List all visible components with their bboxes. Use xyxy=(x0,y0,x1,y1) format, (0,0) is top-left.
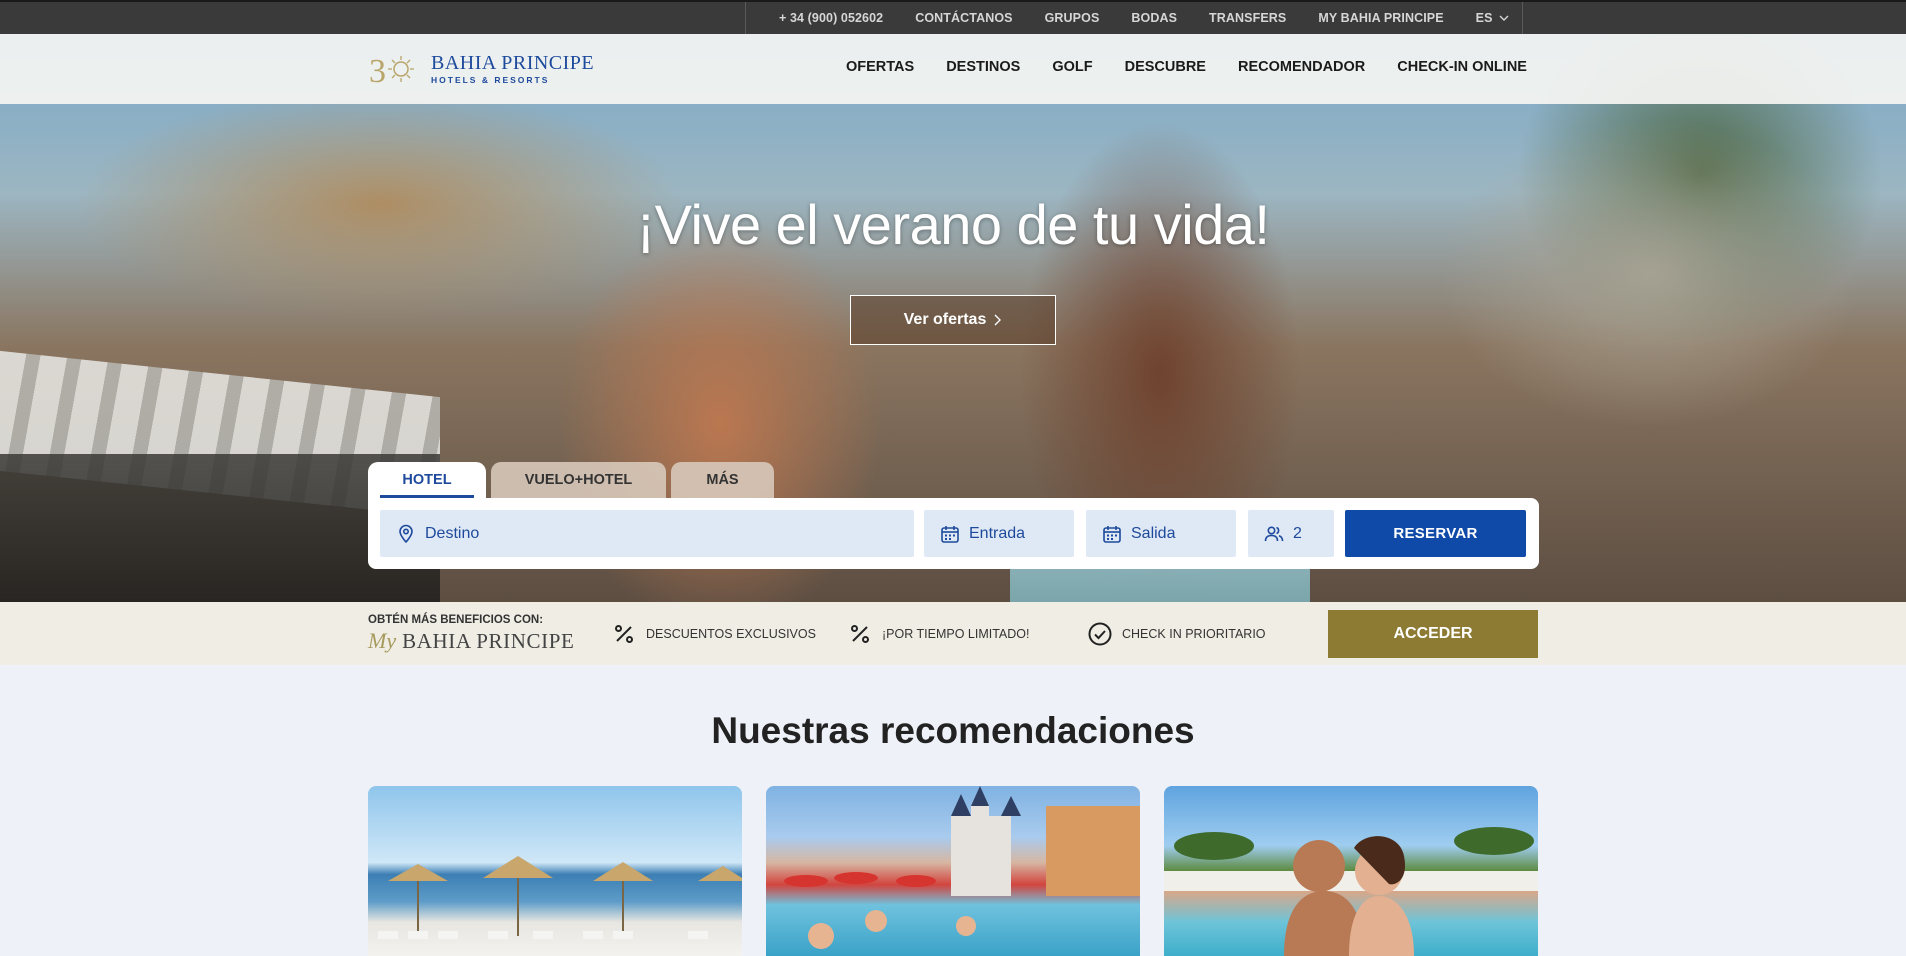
my-bahia-link[interactable]: MY BAHIA PRINCIPE xyxy=(1318,11,1443,25)
booking-tabs: HOTEL VUELO+HOTEL MÁS xyxy=(368,462,774,498)
nav-golf[interactable]: GOLF xyxy=(1052,59,1092,75)
booking-form: Destino Entrada Salida 2 RESERVAR xyxy=(368,498,1539,569)
users-icon xyxy=(1264,525,1284,541)
check-circle-icon xyxy=(1088,622,1112,646)
tab-flight-hotel-label: VUELO+HOTEL xyxy=(524,472,633,488)
brand-name: BAHIA PRINCIPE xyxy=(431,52,595,74)
benefit-label: ¡POR TIEMPO LIMITADO! xyxy=(882,627,1030,641)
transfers-link[interactable]: TRANSFERS xyxy=(1209,11,1286,25)
tab-flight-hotel[interactable]: VUELO+HOTEL xyxy=(491,462,666,498)
loyalty-program-name: BAHIA PRINCIPE xyxy=(402,629,575,653)
weddings-link[interactable]: BODAS xyxy=(1131,11,1177,25)
loyalty-program-my: My xyxy=(368,628,397,653)
main-nav: OFERTAS DESTINOS GOLF DESCUBRE RECOMENDA… xyxy=(846,59,1527,75)
svg-text:3: 3 xyxy=(369,53,386,90)
brand-subtitle: HOTELS & RESORTS xyxy=(431,75,550,85)
nav-ofertas[interactable]: OFERTAS xyxy=(846,59,914,75)
chevron-down-icon xyxy=(1499,15,1509,21)
phone-link[interactable]: + 34 (900) 052602 xyxy=(779,11,883,25)
nav-descubre[interactable]: DESCUBRE xyxy=(1125,59,1206,75)
sun-logo-icon: 3 xyxy=(369,53,414,90)
benefit-label: DESCUENTOS EXCLUSIVOS xyxy=(646,627,816,641)
language-selector[interactable]: ES xyxy=(1476,11,1509,25)
brand-text: BAHIA PRINCIPE HOTELS & RESORTS xyxy=(431,53,594,85)
language-label: ES xyxy=(1475,11,1493,25)
tab-more[interactable]: MÁS xyxy=(671,462,774,498)
guests-count: 2 xyxy=(1293,524,1302,542)
guests-selector[interactable]: 2 xyxy=(1248,510,1334,557)
castle-pool-image xyxy=(784,786,1140,949)
recommendation-card[interactable] xyxy=(766,786,1140,956)
benefits-lead: OBTÉN MÁS BENEFICIOS CON: My BAHIA PRINC… xyxy=(368,614,574,654)
contact-link[interactable]: CONTÁCTANOS xyxy=(915,11,1012,25)
calendar-icon xyxy=(1103,525,1121,543)
top-utility-bar: + 34 (900) 052602 CONTÁCTANOS GRUPOS BOD… xyxy=(0,0,1906,34)
checkin-placeholder: Entrada xyxy=(969,524,1026,542)
benefit-priority-checkin: CHECK IN PRIORITARIO xyxy=(1088,622,1266,646)
chevron-right-icon xyxy=(994,314,1002,326)
benefit-exclusive-discounts: DESCUENTOS EXCLUSIVOS xyxy=(612,622,816,646)
recommendation-card[interactable] xyxy=(1164,786,1538,956)
benefit-label: CHECK IN PRIORITARIO xyxy=(1122,627,1266,641)
destination-input[interactable]: Destino xyxy=(380,510,914,557)
percent-icon xyxy=(851,625,869,643)
utility-links: + 34 (900) 052602 CONTÁCTANOS GRUPOS BOD… xyxy=(745,2,1523,34)
tab-hotel[interactable]: HOTEL xyxy=(368,462,486,498)
login-button[interactable]: ACCEDER xyxy=(1328,610,1538,658)
see-offers-button[interactable]: Ver ofertas xyxy=(850,295,1056,345)
hero-title: ¡Vive el verano de tu vida! xyxy=(636,193,1270,256)
nav-checkin-online[interactable]: CHECK-IN ONLINE xyxy=(1397,59,1527,75)
beach-image xyxy=(378,856,742,939)
loyalty-program-logo: My BAHIA PRINCIPE xyxy=(368,628,574,654)
calendar-icon xyxy=(941,525,959,543)
recommendation-card[interactable] xyxy=(368,786,742,956)
groups-link[interactable]: GRUPOS xyxy=(1045,11,1100,25)
see-offers-label: Ver ofertas xyxy=(903,311,987,328)
benefits-lead-text: OBTÉN MÁS BENEFICIOS CON: xyxy=(368,614,544,626)
destination-placeholder: Destino xyxy=(425,524,480,542)
brand-logo[interactable]: 3 BAHIA PRINCIPE HOTELS & RESORTS xyxy=(367,48,594,90)
checkout-placeholder: Salida xyxy=(1131,524,1176,542)
checkin-date-input[interactable]: Entrada xyxy=(924,510,1074,557)
checkout-date-input[interactable]: Salida xyxy=(1086,510,1236,557)
reserve-button[interactable]: RESERVAR xyxy=(1345,510,1526,557)
couple-pool-image xyxy=(1164,827,1538,956)
recommendations-title: Nuestras recomendaciones xyxy=(711,710,1195,751)
tab-more-label: MÁS xyxy=(706,472,739,488)
tab-hotel-label: HOTEL xyxy=(402,472,452,488)
benefit-limited-time: ¡POR TIEMPO LIMITADO! xyxy=(848,622,1029,646)
percent-icon xyxy=(615,625,633,643)
location-pin-icon xyxy=(399,524,413,543)
nav-recomendador[interactable]: RECOMENDADOR xyxy=(1238,59,1365,75)
nav-destinos[interactable]: DESTINOS xyxy=(946,59,1020,75)
